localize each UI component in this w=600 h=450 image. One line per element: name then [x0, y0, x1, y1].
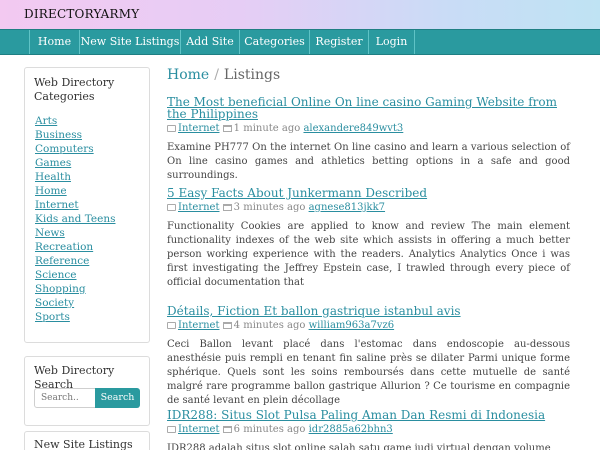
- listing-title[interactable]: IDR288: Situs Slot Pulsa Paling Aman Dan…: [167, 409, 570, 421]
- categories-panel: Web Directory Categories Arts Business C…: [24, 67, 150, 343]
- site-logo-text[interactable]: DIRECTORYARMY: [24, 7, 139, 21]
- folder-icon: [167, 204, 176, 211]
- category-link-health[interactable]: Health: [35, 170, 116, 184]
- listing-category[interactable]: Internet: [178, 202, 219, 213]
- category-link-kids-and-teens[interactable]: Kids and Teens: [35, 212, 116, 226]
- search-button[interactable]: Search: [95, 388, 140, 408]
- listing-description: Functionality Cookies are applied to kno…: [167, 221, 570, 288]
- nav-add-site[interactable]: Add Site: [181, 30, 240, 54]
- main-nav: Home New Site Listings Add Site Categori…: [0, 29, 600, 55]
- category-link-shopping[interactable]: Shopping: [35, 282, 116, 296]
- listing-title[interactable]: Détails, Fiction Et ballon gastrique ist…: [167, 305, 570, 317]
- listing-time: 4 minutes ago: [233, 320, 306, 331]
- new-listings-title: New Site Listings: [34, 438, 133, 450]
- category-link-science[interactable]: Science: [35, 268, 116, 282]
- category-link-home[interactable]: Home: [35, 184, 116, 198]
- listing-user[interactable]: idr2885a62bhn3: [309, 424, 393, 435]
- category-link-society[interactable]: Society: [35, 296, 116, 310]
- calendar-icon: [222, 204, 232, 211]
- listing-meta: Internet 4 minutes ago william963a7vz6: [167, 319, 570, 332]
- calendar-icon: [222, 125, 232, 132]
- nav-categories[interactable]: Categories: [240, 30, 310, 54]
- listing-item: The Most beneficial Online On line casin…: [167, 96, 570, 183]
- listing-time: 6 minutes ago: [233, 424, 306, 435]
- category-list: Arts Business Computers Games Health Hom…: [35, 114, 116, 324]
- listing-description: IDR288 adalah situs slot online salah sa…: [167, 443, 551, 450]
- category-link-sports[interactable]: Sports: [35, 310, 116, 324]
- listing-meta: Internet 1 minute ago alexandere849wvt3: [167, 122, 570, 135]
- categories-title: Web Directory Categories: [34, 76, 115, 103]
- new-listings-panel: New Site Listings: [24, 431, 150, 450]
- folder-icon: [167, 322, 176, 329]
- listing-meta: Internet 3 minutes ago agnese813jkk7: [167, 201, 570, 214]
- category-link-arts[interactable]: Arts: [35, 114, 116, 128]
- breadcrumb: Home / Listings: [167, 67, 280, 83]
- calendar-icon: [222, 426, 232, 433]
- breadcrumb-separator: /: [214, 67, 219, 83]
- listing-title[interactable]: The Most beneficial Online On line casin…: [167, 96, 570, 120]
- listing-user[interactable]: william963a7vz6: [309, 320, 395, 331]
- listing-category[interactable]: Internet: [178, 320, 219, 331]
- listing-description: Ceci Ballon levant placé dans l'estomac …: [167, 339, 570, 406]
- nav-home[interactable]: Home: [29, 30, 80, 54]
- listing-category[interactable]: Internet: [178, 424, 219, 435]
- nav-register[interactable]: Register: [310, 30, 369, 54]
- category-link-recreation[interactable]: Recreation: [35, 240, 116, 254]
- listing-user[interactable]: alexandere849wvt3: [303, 123, 403, 134]
- listing-time: 1 minute ago: [233, 123, 301, 134]
- listing-category[interactable]: Internet: [178, 123, 219, 134]
- search-input[interactable]: Search..: [34, 388, 96, 408]
- category-link-news[interactable]: News: [35, 226, 116, 240]
- category-link-business[interactable]: Business: [35, 128, 116, 142]
- listing-item: Détails, Fiction Et ballon gastrique ist…: [167, 305, 570, 408]
- listing-description: Examine PH777 On the internet On line ca…: [167, 142, 570, 181]
- category-link-internet[interactable]: Internet: [35, 198, 116, 212]
- breadcrumb-current: Listings: [223, 67, 281, 83]
- nav-login[interactable]: Login: [369, 30, 415, 54]
- listing-time: 3 minutes ago: [233, 202, 306, 213]
- category-link-games[interactable]: Games: [35, 156, 116, 170]
- listing-user[interactable]: agnese813jkk7: [309, 202, 385, 213]
- category-link-reference[interactable]: Reference: [35, 254, 116, 268]
- listing-meta: Internet 6 minutes ago idr2885a62bhn3: [167, 423, 570, 436]
- listing-title[interactable]: 5 Easy Facts About Junkermann Described: [167, 187, 570, 199]
- folder-icon: [167, 125, 176, 132]
- listing-item: IDR288: Situs Slot Pulsa Paling Aman Dan…: [167, 409, 570, 450]
- folder-icon: [167, 426, 176, 433]
- breadcrumb-home[interactable]: Home: [167, 67, 209, 83]
- category-link-computers[interactable]: Computers: [35, 142, 116, 156]
- calendar-icon: [222, 322, 232, 329]
- listing-item: 5 Easy Facts About Junkermann Described …: [167, 187, 570, 290]
- top-banner: DIRECTORYARMY: [0, 0, 600, 29]
- search-panel: Web Directory Search Search.. Search: [24, 356, 150, 426]
- nav-new-site-listings[interactable]: New Site Listings: [80, 30, 181, 54]
